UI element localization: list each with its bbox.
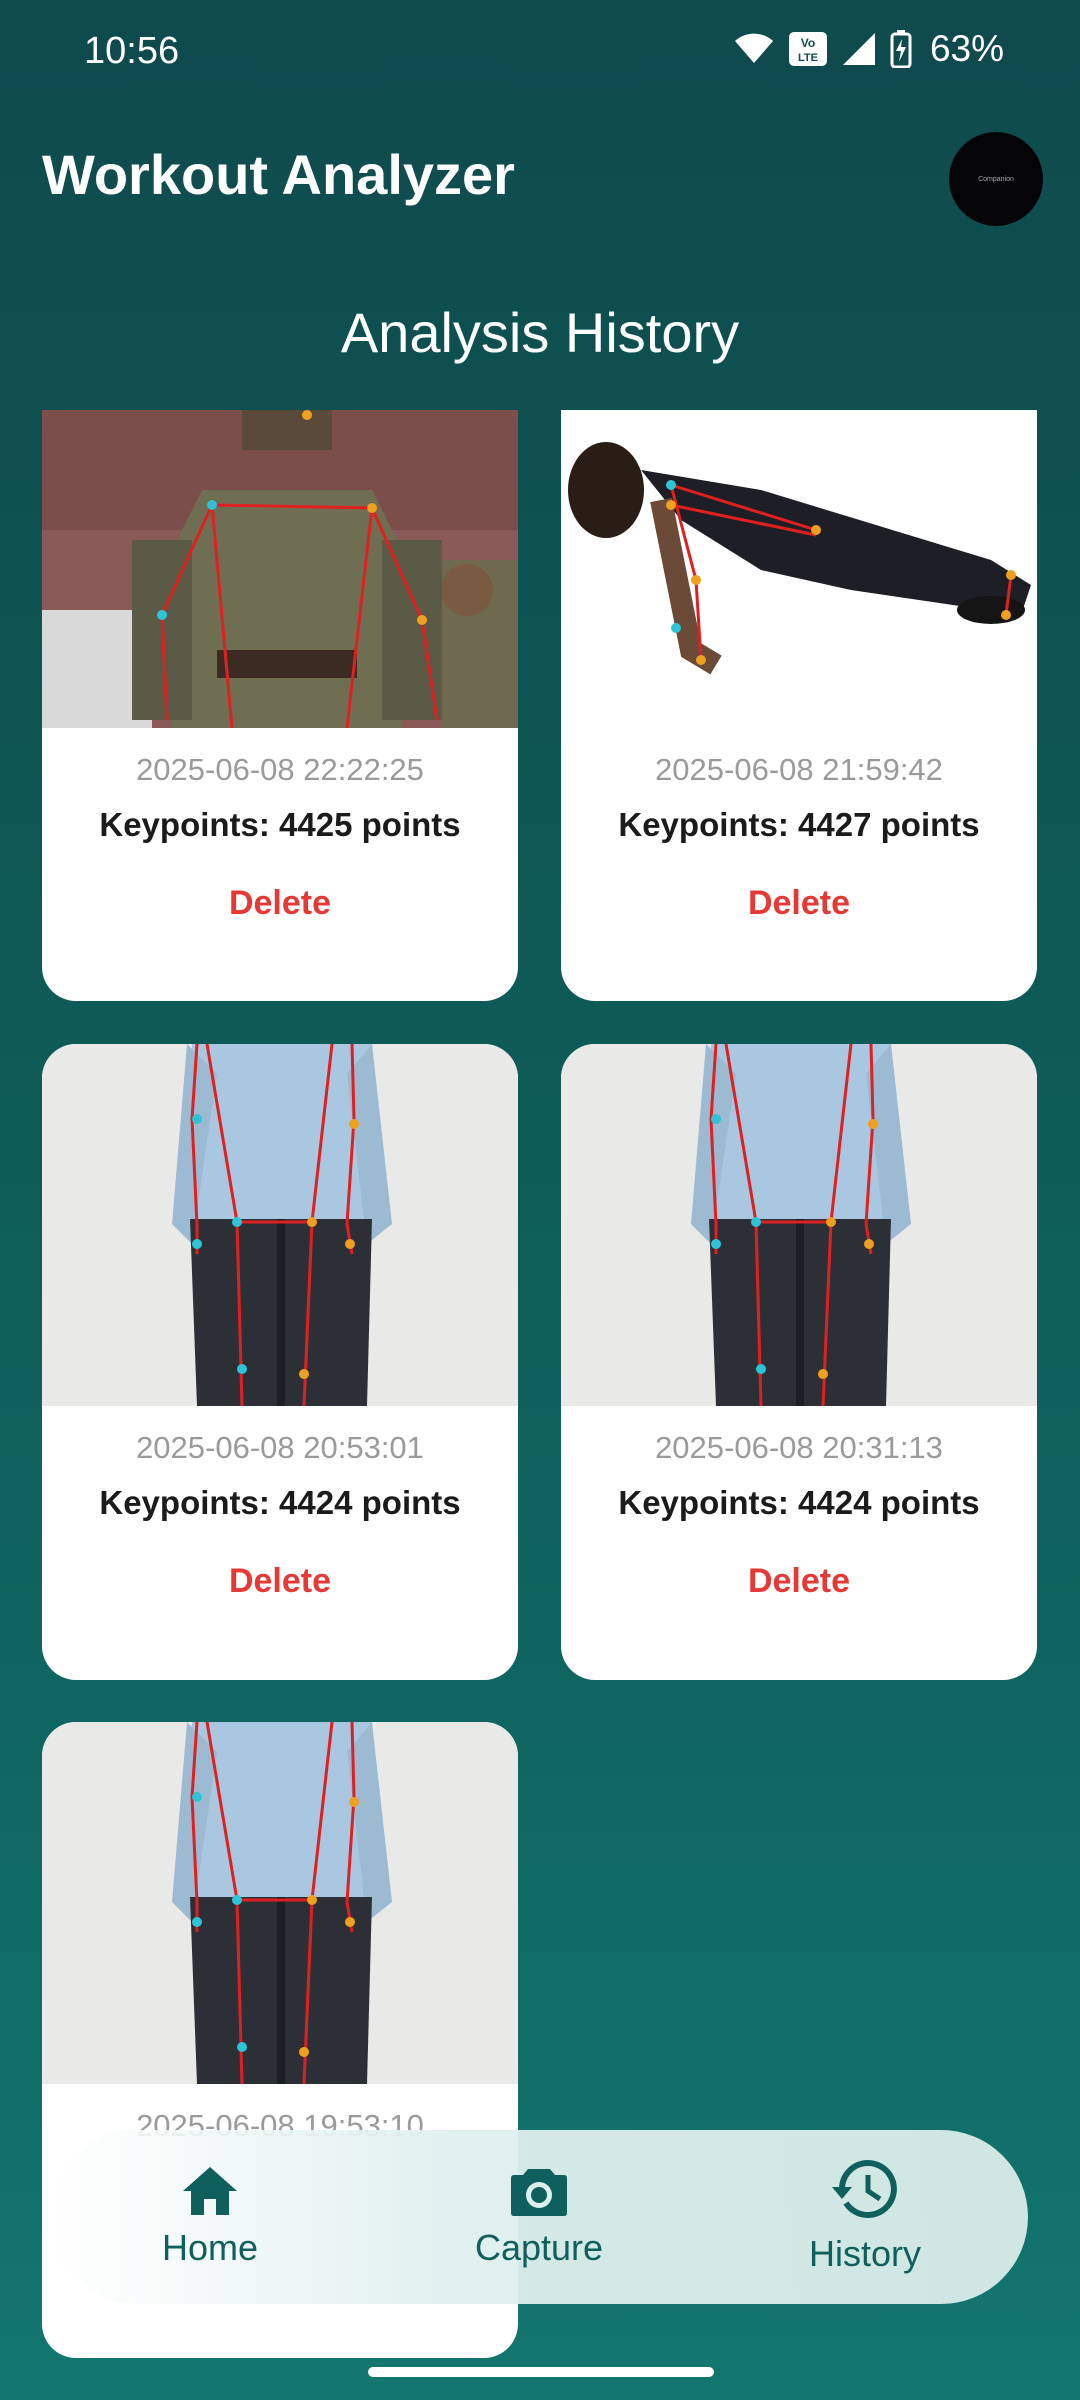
battery-charging-icon (890, 30, 912, 68)
pose-photo (42, 1722, 518, 2084)
pose-photo (561, 410, 1037, 728)
nav-label-home: Home (161, 2227, 259, 2268)
pose-photo (42, 410, 518, 728)
avatar[interactable]: Companion (949, 132, 1043, 226)
delete-button[interactable]: Delete (229, 1562, 331, 1601)
record-keypoints: Keypoints: 4424 points (618, 1484, 980, 1521)
home-icon (183, 2167, 237, 2215)
record-timestamp: 2025-06-08 22:22:25 (136, 752, 424, 787)
delete-button[interactable]: Delete (748, 884, 850, 923)
status-icons: Vo LTE 63% (734, 28, 1004, 70)
nav-label-capture: Capture (474, 2227, 604, 2268)
battery-percent: 63% (929, 28, 1004, 69)
page-title: Analysis History (340, 301, 740, 364)
history-card[interactable]: 2025-06-08 20:31:13 Keypoints: 4424 poin… (561, 1044, 1037, 1680)
delete-button[interactable]: Delete (229, 884, 331, 923)
nav-label-history: History (808, 2233, 921, 2274)
history-card[interactable]: 2025-06-08 22:22:25 Keypoints: 4425 poin… (42, 410, 518, 1001)
nav-item-capture[interactable]: Capture (389, 2130, 689, 2304)
delete-button[interactable]: Delete (748, 1562, 850, 1601)
svg-text:Vo: Vo (801, 36, 815, 50)
record-timestamp: 2025-06-08 21:59:42 (655, 752, 943, 787)
avatar-label: Companion (978, 175, 1014, 183)
pose-photo (42, 1044, 518, 1406)
nav-item-history[interactable]: History (715, 2130, 1015, 2304)
status-bar: 10:56 Vo LTE 63% (0, 0, 1080, 100)
history-icon (832, 2160, 897, 2218)
record-timestamp: 2025-06-08 20:31:13 (655, 1430, 943, 1465)
signal-icon (842, 33, 875, 65)
camera-icon (511, 2169, 567, 2216)
record-keypoints: Keypoints: 4424 points (99, 1484, 461, 1521)
history-card[interactable]: 2025-06-08 21:59:42 Keypoints: 4427 poin… (561, 410, 1037, 1001)
svg-text:LTE: LTE (798, 52, 818, 64)
home-indicator[interactable] (368, 2367, 714, 2377)
pose-photo (561, 1044, 1037, 1406)
wifi-icon (734, 33, 773, 63)
nav-item-home[interactable]: Home (60, 2130, 360, 2304)
record-keypoints: Keypoints: 4427 points (618, 806, 980, 843)
history-card[interactable]: 2025-06-08 20:53:01 Keypoints: 4424 poin… (42, 1044, 518, 1680)
record-keypoints: Keypoints: 4425 points (99, 806, 461, 843)
status-time: 10:56 (84, 30, 180, 72)
volte-icon: Vo LTE (788, 32, 827, 66)
app-title: Workout Analyzer (42, 143, 515, 206)
record-timestamp: 2025-06-08 20:53:01 (136, 1430, 424, 1465)
bottom-nav: Home Capture History (50, 2130, 1028, 2304)
